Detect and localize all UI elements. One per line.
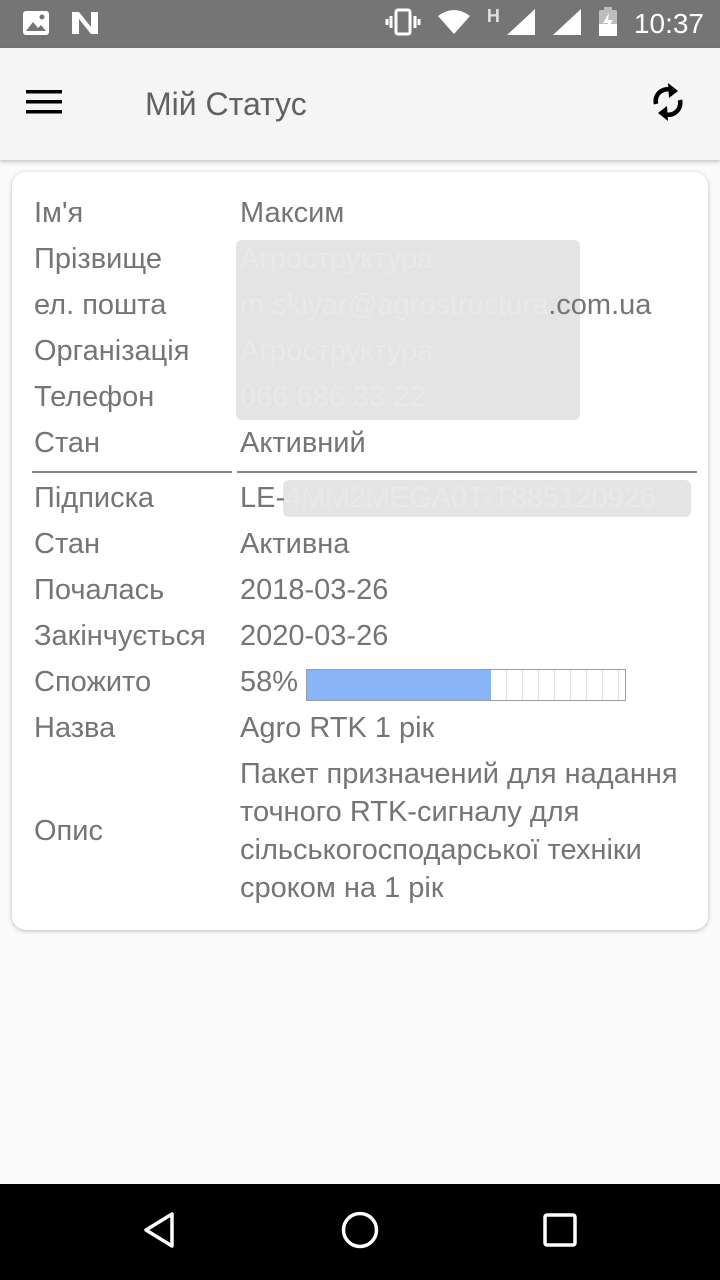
page-title: Мій Статус bbox=[145, 86, 307, 122]
menu-button[interactable] bbox=[24, 82, 88, 126]
consumption-percent: 58% bbox=[240, 666, 299, 698]
app-bar: Мій Статус bbox=[0, 48, 720, 160]
hamburger-menu-icon bbox=[24, 88, 64, 121]
account-state-value: Активний bbox=[240, 427, 366, 459]
name-label: Ім'я bbox=[34, 197, 84, 229]
surname-value: Агроструктура bbox=[240, 243, 434, 275]
n-app-icon bbox=[70, 10, 100, 41]
home-circle-icon bbox=[340, 1210, 380, 1255]
phone-value: 066 686 33 22 bbox=[240, 381, 426, 413]
back-triangle-icon bbox=[140, 1210, 180, 1255]
subscription-value-prefix: LE- bbox=[240, 482, 286, 514]
consumption-progress-bar bbox=[306, 669, 626, 701]
organization-value: Агроструктура bbox=[240, 335, 434, 367]
email-value-domain: .com.ua bbox=[548, 289, 652, 321]
recents-button[interactable] bbox=[532, 1206, 588, 1258]
surname-label: Прізвище bbox=[34, 243, 162, 275]
navigation-bar bbox=[0, 1184, 720, 1280]
subscription-value-hidden: 4MM2MEGA0T-T885120926 bbox=[285, 482, 656, 514]
signal-icon bbox=[552, 8, 582, 41]
network-type-label: H bbox=[486, 5, 500, 26]
consumption-label: Спожито bbox=[34, 666, 152, 698]
back-button[interactable] bbox=[132, 1206, 188, 1258]
wifi-icon bbox=[437, 9, 471, 40]
end-date-label: Закінчується bbox=[34, 620, 206, 652]
description-label: Опис bbox=[34, 815, 103, 847]
status-card: Ім'я Максим Прізвище Агроструктура ел. п… bbox=[12, 172, 708, 930]
section-divider-right bbox=[237, 471, 697, 473]
battery-icon bbox=[598, 6, 618, 42]
section-divider-left bbox=[32, 471, 232, 473]
subscription-label: Підписка bbox=[34, 482, 155, 514]
subscription-state-label: Стан bbox=[34, 528, 101, 560]
account-state-label: Стан bbox=[34, 427, 101, 459]
signal-icon bbox=[506, 8, 536, 41]
image-icon bbox=[22, 10, 50, 41]
start-date-label: Почалась bbox=[34, 574, 165, 606]
subscription-value: LE-4MM2MEGA0T-T885120926 bbox=[240, 475, 656, 521]
progress-fill bbox=[307, 670, 492, 700]
name-value: Максим bbox=[240, 197, 345, 229]
phone-label: Телефон bbox=[34, 381, 155, 413]
organization-label: Організація bbox=[34, 335, 190, 367]
refresh-button[interactable] bbox=[636, 76, 700, 132]
plan-name-value: Agro RTK 1 рік bbox=[240, 712, 435, 744]
sync-icon bbox=[648, 80, 688, 129]
home-button[interactable] bbox=[332, 1206, 388, 1258]
start-date-value: 2018-03-26 bbox=[240, 574, 389, 606]
status-time: 10:37 bbox=[633, 8, 704, 39]
end-date-value: 2020-03-26 bbox=[240, 620, 389, 652]
description-value: Пакет призначений для надання точного RT… bbox=[240, 758, 678, 904]
consumption-row: Спожито 58% bbox=[12, 659, 708, 705]
email-label: ел. пошта bbox=[34, 289, 167, 321]
status-bar: H 10:37 bbox=[0, 0, 720, 48]
plan-name-label: Назва bbox=[34, 712, 116, 744]
email-value-hidden: m.skiyar@agrostructura bbox=[240, 289, 549, 321]
subscription-state-value: Активна bbox=[240, 528, 350, 560]
email-value: m.skiyar@agrostructura.com.ua bbox=[240, 282, 651, 328]
vibrate-icon bbox=[385, 8, 421, 41]
progress-remaining bbox=[491, 670, 625, 700]
recents-square-icon bbox=[540, 1210, 580, 1255]
